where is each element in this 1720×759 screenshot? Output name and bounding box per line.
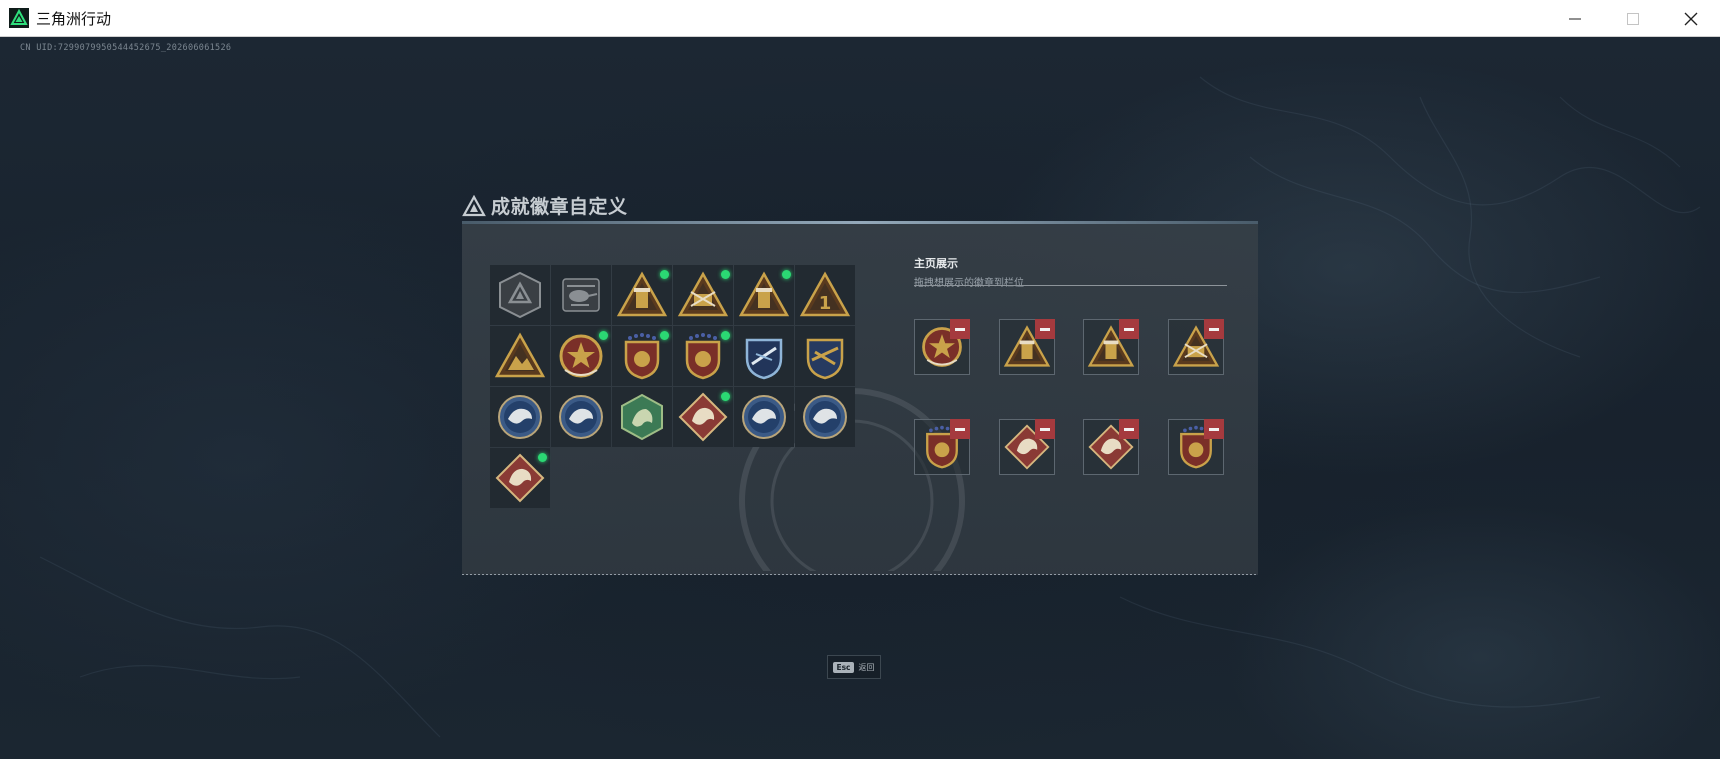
delta-force-app-icon: [9, 8, 29, 28]
remove-badge-button[interactable]: [1119, 419, 1139, 439]
display-section-title: 主页展示: [914, 257, 958, 270]
badge-slot[interactable]: [490, 265, 550, 325]
wolf-circle-badge-icon: [742, 395, 786, 439]
badge-slot[interactable]: [551, 387, 611, 447]
game-viewport: CN UID:7299079950544452675_202606061526 …: [0, 37, 1720, 759]
badge-slot[interactable]: [734, 326, 794, 386]
blue-shield-badge-icon: [745, 338, 783, 380]
remove-badge-button[interactable]: [1204, 419, 1224, 439]
badge-slot[interactable]: [795, 326, 855, 386]
wolf-circle-badge-icon: [803, 395, 847, 439]
display-section-divider: [914, 285, 1227, 286]
back-button[interactable]: Esc 返回: [827, 655, 881, 679]
delta-hex-badge-icon: [499, 271, 541, 319]
window-titlebar: 三角洲行动: [0, 0, 1720, 37]
minus-icon: [955, 327, 965, 331]
one-tri-badge-icon: 1: [799, 271, 851, 317]
minus-icon: [1040, 427, 1050, 431]
uid-watermark: CN UID:7299079950544452675_202606061526: [20, 43, 232, 53]
minus-icon: [1209, 327, 1219, 331]
minimize-icon: [1569, 18, 1581, 19]
maximize-button[interactable]: [1604, 0, 1662, 37]
display-slot[interactable]: [1168, 419, 1224, 475]
window-controls: [1546, 0, 1720, 37]
remove-badge-button[interactable]: [1035, 319, 1055, 339]
badge-slot[interactable]: [673, 265, 733, 325]
remove-badge-button[interactable]: [950, 419, 970, 439]
display-slot[interactable]: [1083, 419, 1139, 475]
panel-title: 成就徽章自定义: [491, 196, 628, 218]
panel-header: 成就徽章自定义: [462, 192, 628, 219]
panel-top-border: [462, 221, 1258, 224]
badge-slot[interactable]: [673, 326, 733, 386]
minus-icon: [1124, 427, 1134, 431]
badge-slot[interactable]: [795, 387, 855, 447]
remove-badge-button[interactable]: [950, 319, 970, 339]
panel-bottom-border: [462, 574, 1258, 575]
badge-slot[interactable]: [490, 326, 550, 386]
minus-icon: [1124, 327, 1134, 331]
display-slot[interactable]: [1083, 319, 1139, 375]
helicopter-badge-icon: [562, 278, 600, 312]
svg-text:1: 1: [819, 293, 832, 314]
close-icon: [1684, 12, 1698, 25]
display-slot[interactable]: [914, 319, 970, 375]
minus-icon: [955, 427, 965, 431]
new-indicator-dot: [782, 270, 791, 279]
minus-icon: [1040, 327, 1050, 331]
new-indicator-dot: [660, 331, 669, 340]
dragon-hex-badge-icon: [621, 393, 663, 441]
remove-badge-button[interactable]: [1204, 319, 1224, 339]
remove-badge-button[interactable]: [1119, 319, 1139, 339]
new-indicator-dot: [721, 270, 730, 279]
badge-customize-panel: 1 主页展示 拖拽想展示的徽章到栏位: [462, 221, 1258, 575]
badge-slot[interactable]: [490, 448, 550, 508]
display-slot[interactable]: [914, 419, 970, 475]
display-section-subtitle: 拖拽想展示的徽章到栏位: [914, 278, 1024, 289]
gold-shield-badge-icon: [806, 338, 844, 380]
badge-slot[interactable]: [551, 265, 611, 325]
minus-icon: [1209, 427, 1219, 431]
minimize-button[interactable]: [1546, 0, 1604, 37]
badge-slot[interactable]: [612, 387, 672, 447]
remove-badge-button[interactable]: [1035, 419, 1055, 439]
new-indicator-dot: [721, 392, 730, 401]
badge-slot[interactable]: [490, 387, 550, 447]
badge-slot[interactable]: [734, 265, 794, 325]
badge-slot[interactable]: 1: [795, 265, 855, 325]
new-indicator-dot: [599, 331, 608, 340]
esc-key-hint: Esc: [833, 661, 854, 673]
window-title: 三角洲行动: [36, 9, 112, 28]
close-button[interactable]: [1662, 0, 1720, 37]
eagle-circle-badge-icon: [498, 395, 542, 439]
delta-logo-icon: [462, 194, 486, 216]
new-indicator-dot: [538, 453, 547, 462]
display-slot[interactable]: [999, 319, 1055, 375]
mountain-tri-badge-icon: [494, 332, 546, 378]
new-indicator-dot: [660, 270, 669, 279]
display-section-header: 主页展示 拖拽想展示的徽章到栏位: [914, 255, 1024, 289]
new-indicator-dot: [721, 331, 730, 340]
eagle-circle-badge-icon: [559, 395, 603, 439]
badge-slot[interactable]: [673, 387, 733, 447]
back-label: 返回: [858, 662, 875, 672]
display-slot[interactable]: [999, 419, 1055, 475]
badge-slot[interactable]: [612, 265, 672, 325]
badge-slot[interactable]: [551, 326, 611, 386]
display-slot[interactable]: [1168, 319, 1224, 375]
maximize-icon: [1627, 12, 1639, 25]
badge-slot[interactable]: [734, 387, 794, 447]
badge-slot[interactable]: [612, 326, 672, 386]
